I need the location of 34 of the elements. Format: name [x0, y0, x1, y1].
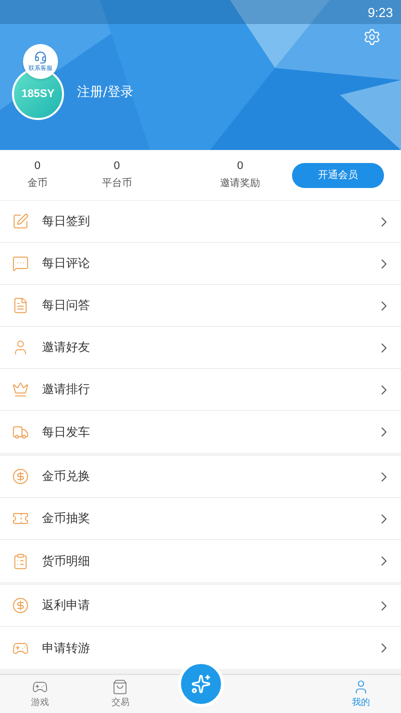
- menu-icon: [12, 468, 29, 485]
- menu-item[interactable]: 金币抽奖: [42, 510, 90, 527]
- stat-label: 金币: [27, 176, 48, 190]
- menu-icon: [12, 213, 29, 230]
- status-time: 9:23: [368, 4, 393, 20]
- stat-label: 平台币: [102, 176, 132, 190]
- menu-item[interactable]: 每日发车: [42, 424, 90, 440]
- menu-icon: [12, 424, 29, 440]
- menu-icon: [12, 297, 29, 314]
- settings-icon[interactable]: [363, 28, 381, 46]
- menu-item[interactable]: 返利申请: [42, 597, 90, 614]
- menu-item[interactable]: 邀请好友: [42, 339, 90, 356]
- menu-icon: [12, 339, 29, 356]
- menu-item[interactable]: 每日评论: [42, 255, 90, 272]
- stat-value: 0: [34, 160, 40, 172]
- menu-item[interactable]: 每日签到: [42, 213, 90, 230]
- nav-tab[interactable]: 交易: [80, 675, 160, 713]
- menu-icon: [12, 597, 29, 614]
- nav-tab[interactable]: 游戏: [0, 675, 80, 713]
- menu-item[interactable]: 货币明细: [42, 552, 90, 570]
- menu-icon: [12, 510, 29, 527]
- menu-icon: [12, 381, 29, 398]
- menu-icon: [12, 255, 29, 272]
- menu-item[interactable]: 每日问答: [42, 297, 90, 314]
- gamepad-icon: [32, 679, 48, 695]
- bag-icon: [112, 679, 128, 695]
- stat-label: 邀请奖励: [220, 176, 260, 190]
- menu-item[interactable]: 申请转游: [42, 640, 90, 656]
- stat-value: 0: [237, 160, 244, 172]
- menu-item[interactable]: 金币兑换: [42, 468, 90, 485]
- menu-icon: [12, 552, 29, 570]
- stat-value: 0: [114, 160, 120, 172]
- sparkle-icon: [190, 674, 210, 694]
- menu-item[interactable]: 邀请排行: [42, 381, 90, 398]
